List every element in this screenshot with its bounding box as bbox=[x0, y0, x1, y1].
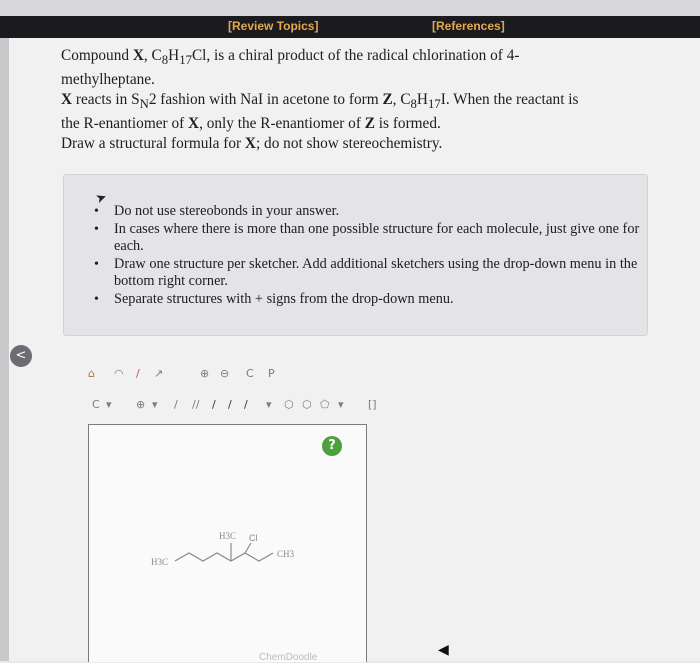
instructions-list: Do not use stereobonds in your answer. I… bbox=[94, 203, 642, 309]
instruction-item: In cases where there is more than one po… bbox=[94, 221, 642, 256]
instruction-item: Separate structures with + signs from th… bbox=[94, 291, 642, 309]
bold-bond-icon[interactable]: / bbox=[244, 398, 248, 411]
sketcher-brand: ChemDoodle bbox=[259, 652, 318, 663]
ring-icon[interactable]: ⬠ bbox=[320, 398, 330, 411]
chevron-down-icon[interactable]: ▾ bbox=[152, 398, 158, 411]
lasso-icon[interactable]: ◠ bbox=[114, 367, 124, 380]
properties-icon[interactable]: P bbox=[268, 367, 275, 380]
wedge-bond-icon[interactable]: / bbox=[212, 398, 216, 411]
flip-icon[interactable]: ↗ bbox=[154, 367, 163, 380]
carbon-atom-icon[interactable]: C bbox=[92, 398, 100, 411]
zoom-in-icon[interactable]: ⊕ bbox=[200, 367, 209, 380]
sketcher-canvas[interactable]: ? H3C H3C Cl CH3 ChemDoodle bbox=[88, 424, 367, 663]
left-margin bbox=[0, 38, 9, 661]
chlorine-label: Cl bbox=[249, 533, 258, 543]
header-tabs: [Review Topics] [References] bbox=[0, 16, 700, 38]
help-button[interactable]: ? bbox=[322, 436, 342, 456]
chevron-down-icon[interactable]: ▾ bbox=[338, 398, 344, 411]
clean-icon[interactable]: C bbox=[246, 367, 254, 380]
ring-icon[interactable]: ⬡ bbox=[284, 398, 294, 411]
chevron-down-icon[interactable]: ▾ bbox=[266, 398, 272, 411]
tab-review-topics[interactable]: [Review Topics] bbox=[228, 19, 318, 33]
play-icon[interactable]: ◀ bbox=[438, 642, 449, 658]
hash-bond-icon[interactable]: / bbox=[228, 398, 232, 411]
top-methyl-label: H3C bbox=[219, 531, 236, 541]
right-methyl-label: CH3 bbox=[277, 549, 295, 559]
tab-references[interactable]: [References] bbox=[432, 19, 505, 33]
instruction-item: Do not use stereobonds in your answer. bbox=[94, 203, 642, 221]
bracket-icon[interactable]: [] bbox=[368, 398, 377, 411]
left-methyl-label: H3C bbox=[151, 557, 168, 567]
eraser-icon[interactable]: ⌂ bbox=[88, 367, 95, 380]
molecule-drawing: H3C H3C Cl CH3 bbox=[151, 531, 295, 567]
chevron-down-icon[interactable]: ▾ bbox=[106, 398, 112, 411]
charge-plus-icon[interactable]: ⊕ bbox=[136, 398, 145, 411]
top-strip bbox=[0, 0, 700, 16]
carbon-chain bbox=[174, 552, 274, 562]
pencil-icon[interactable]: / bbox=[136, 367, 140, 380]
single-bond-icon[interactable]: / bbox=[174, 398, 178, 411]
question-text: Compound X, C8H17Cl, is a chiral product… bbox=[61, 47, 579, 153]
instructions-box: Do not use stereobonds in your answer. I… bbox=[63, 174, 648, 336]
ring-icon[interactable]: ⬡ bbox=[302, 398, 312, 411]
zoom-out-icon[interactable]: ⊖ bbox=[220, 367, 229, 380]
back-arrow-icon[interactable]: < bbox=[10, 345, 32, 367]
double-bond-icon[interactable]: // bbox=[192, 398, 199, 411]
instruction-item: Draw one structure per sketcher. Add add… bbox=[94, 256, 642, 291]
chlorine-bond bbox=[244, 542, 252, 554]
